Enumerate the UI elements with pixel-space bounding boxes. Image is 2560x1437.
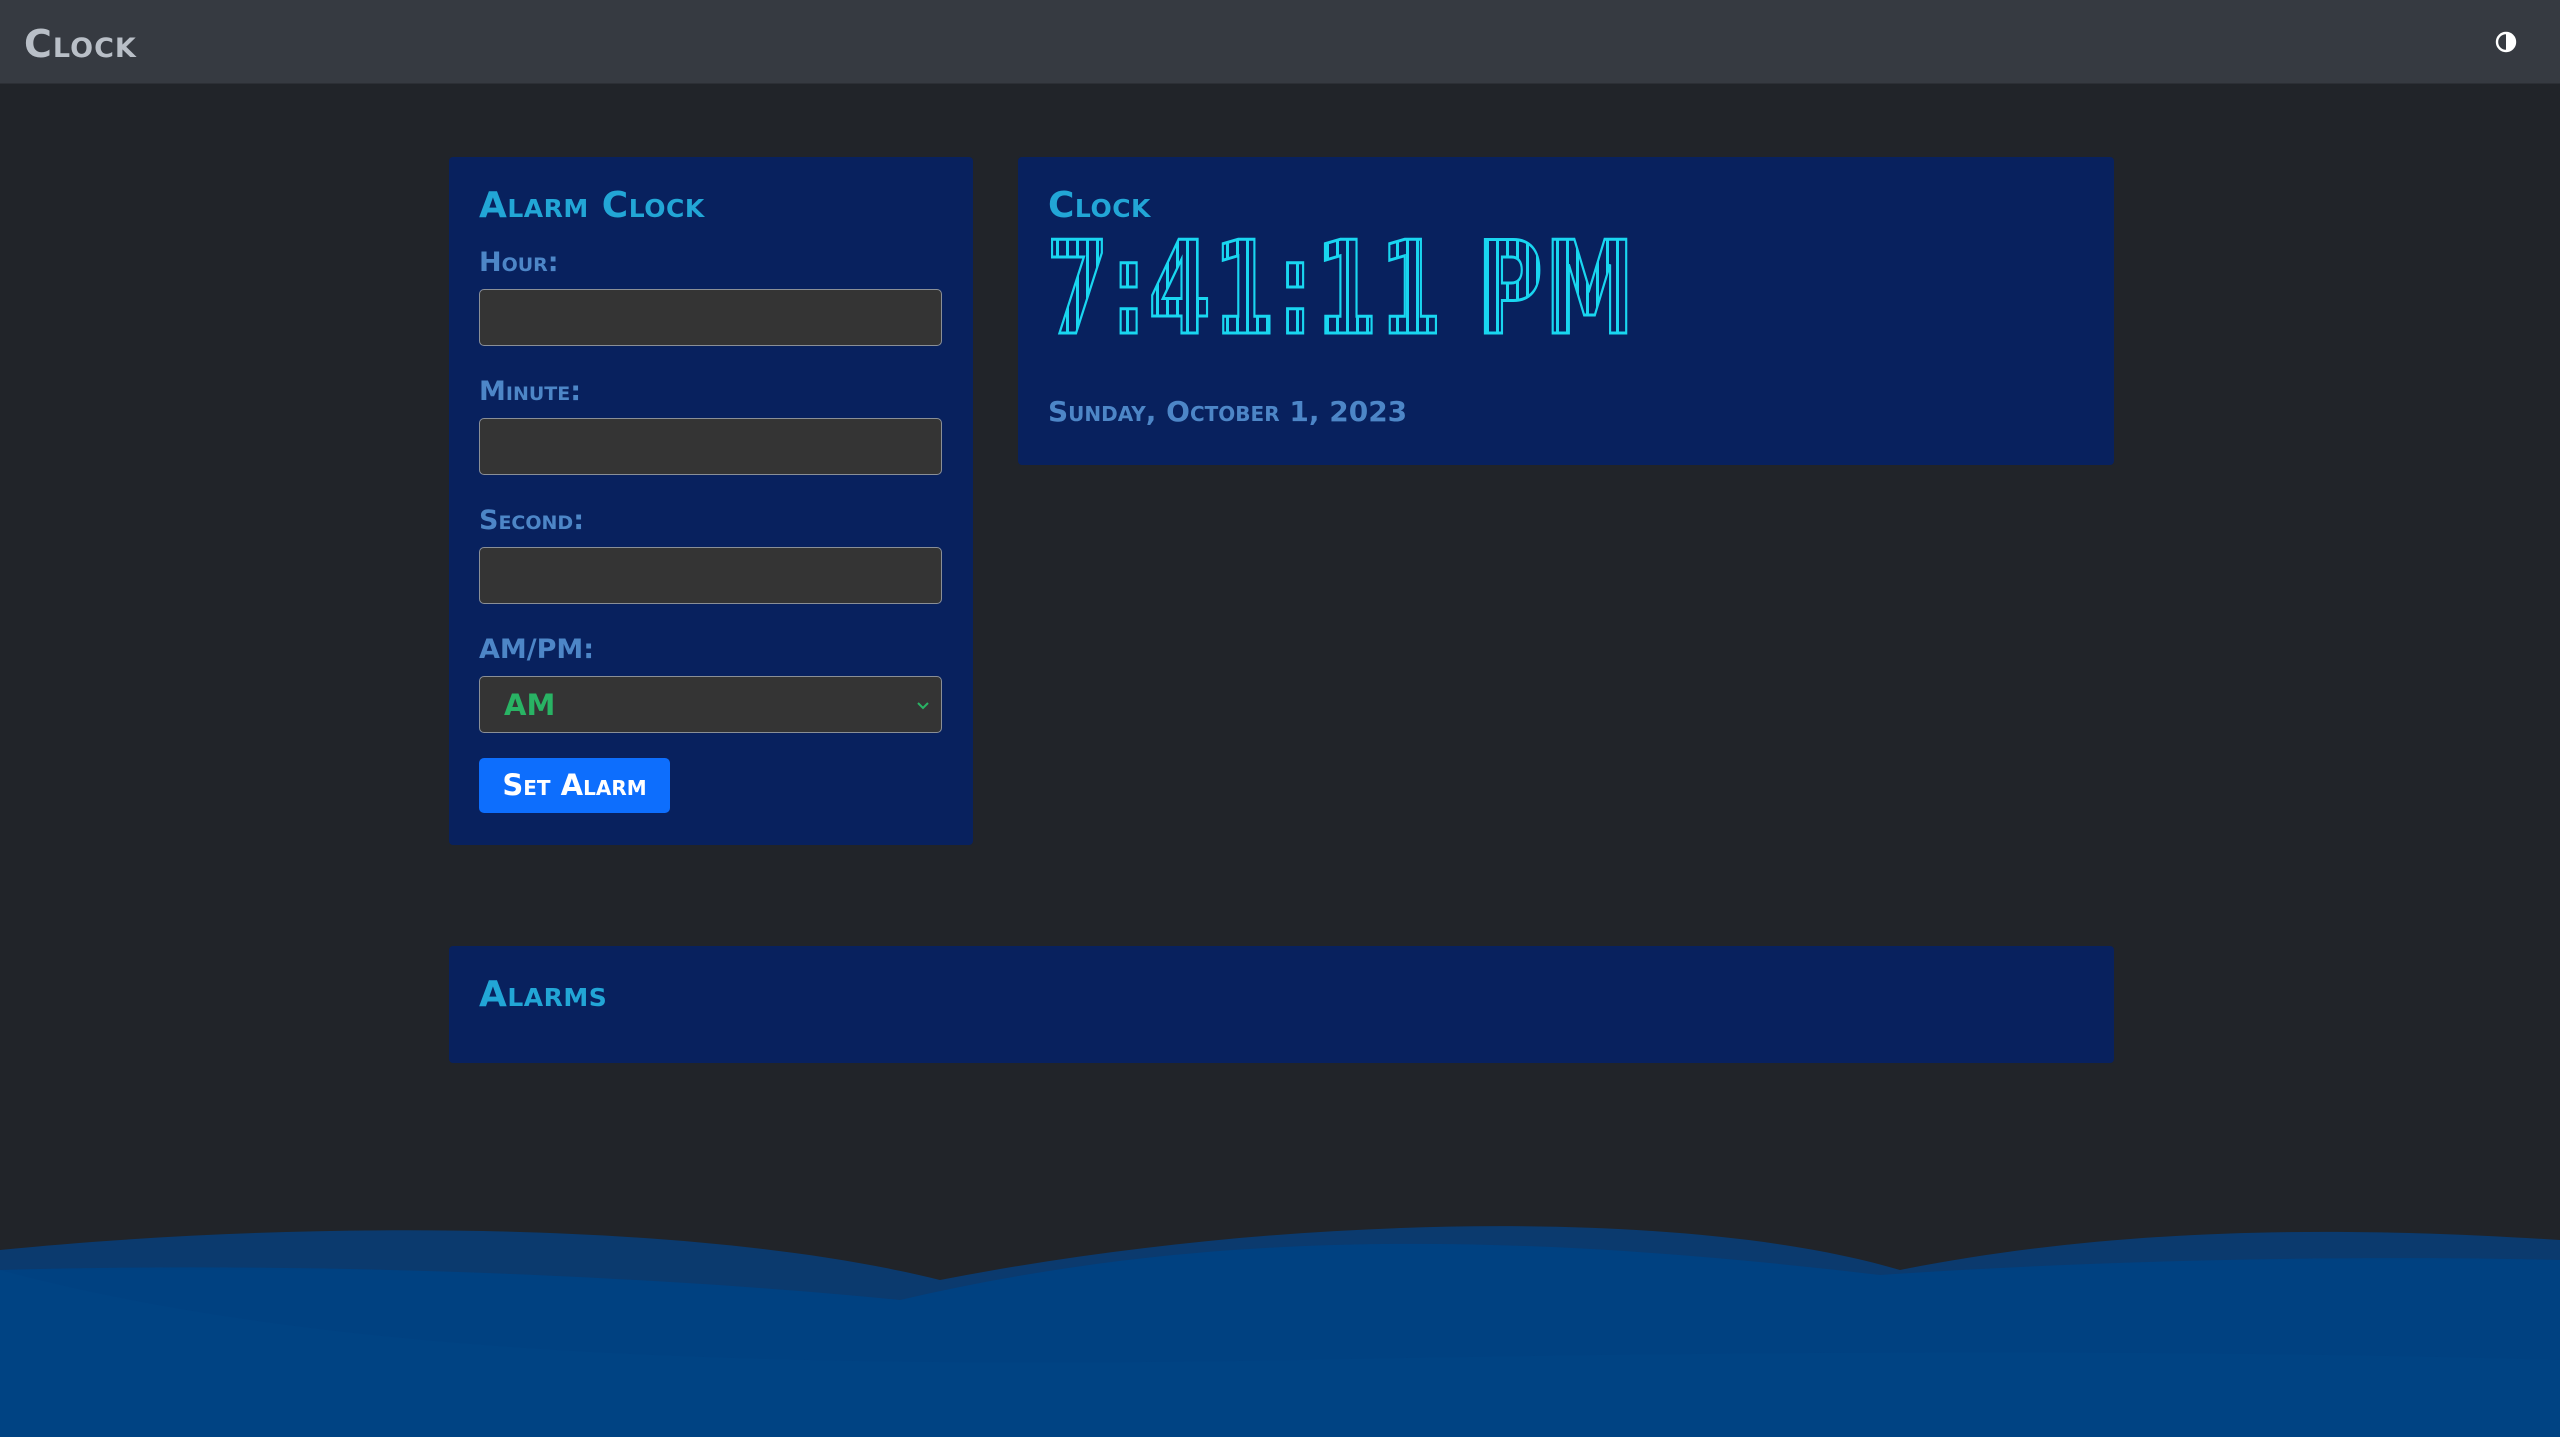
clock-card: Clock 7:41:11 PM Sunday, October 1, 2023 — [1018, 157, 2114, 465]
chevron-down-icon — [915, 697, 931, 713]
ampm-select[interactable]: AM — [479, 676, 942, 733]
navbar: Clock — [0, 0, 2560, 84]
contrast-icon[interactable] — [2494, 30, 2518, 54]
alarm-clock-title: Alarm Clock — [479, 185, 705, 226]
ampm-select-value: AM — [504, 688, 556, 722]
second-label: Second: — [479, 505, 584, 536]
set-alarm-button[interactable]: Set Alarm — [479, 758, 670, 813]
minute-label: Minute: — [479, 376, 582, 407]
alarm-clock-card: Alarm Clock Hour: Minute: Second: AM/PM: AM S… — [449, 157, 973, 845]
alarms-card: Alarms — [449, 946, 2114, 1063]
second-input[interactable] — [479, 547, 942, 604]
clock-time-text: 7:41:11 PM — [1046, 229, 1636, 357]
hour-input[interactable] — [479, 289, 942, 346]
minute-input[interactable] — [479, 418, 942, 475]
clock-date: Sunday, October 1, 2023 — [1048, 395, 1408, 428]
hour-label: Hour: — [479, 247, 559, 278]
navbar-brand[interactable]: Clock — [24, 22, 137, 66]
clock-time-display: 7:41:11 PM — [1046, 229, 1636, 357]
clock-title: Clock — [1048, 185, 1151, 226]
ampm-label: AM/PM: — [479, 634, 595, 665]
wave-decoration — [0, 1226, 2560, 1437]
alarms-title: Alarms — [479, 974, 608, 1015]
